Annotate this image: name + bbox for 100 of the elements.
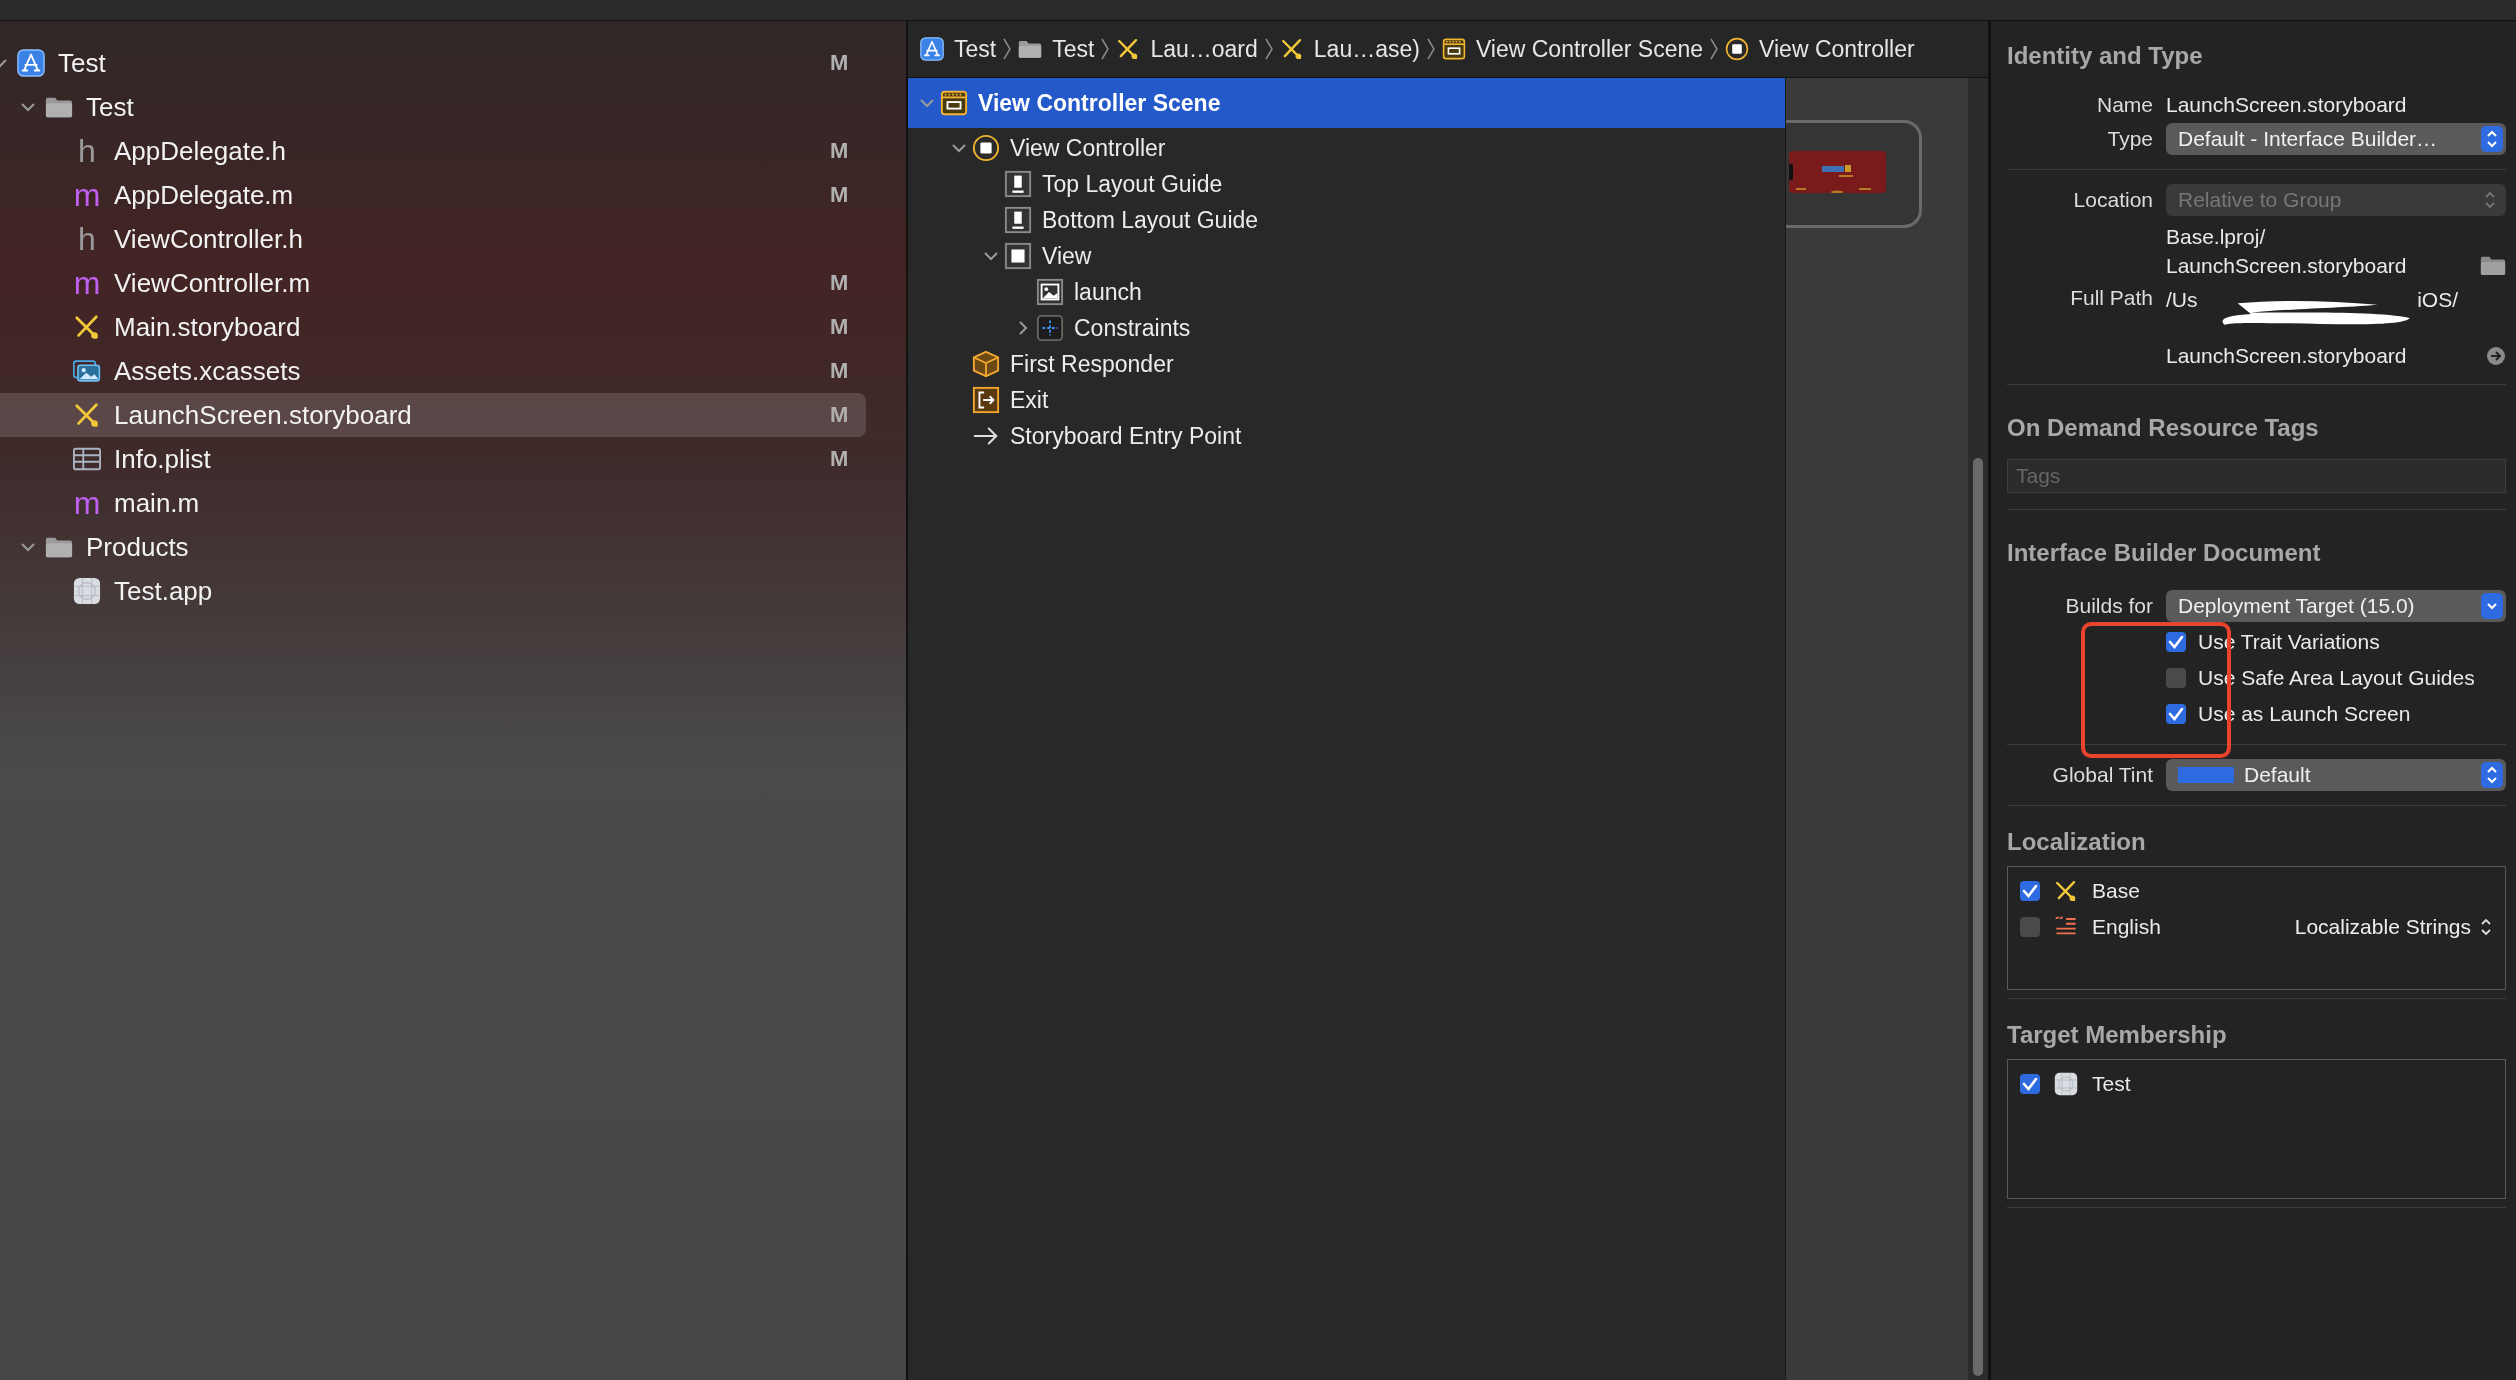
field-label: Type [2106, 127, 2153, 151]
source-file-icon: m [73, 489, 101, 517]
app-icon [73, 577, 101, 605]
source-file-icon: m [73, 269, 101, 297]
checkbox[interactable] [2166, 704, 2186, 724]
checkbox[interactable] [2020, 917, 2040, 937]
app-icon [2054, 1072, 2078, 1096]
navigator-row[interactable]: Test [0, 85, 866, 129]
separator-icon [1002, 37, 1013, 61]
navigator-row[interactable]: m AppDelegate.m M [0, 173, 866, 217]
navigator-row[interactable]: h AppDelegate.h M [0, 129, 866, 173]
section-heading: Target Membership [2007, 1020, 2228, 1050]
modified-status: M [830, 446, 850, 472]
tags-field[interactable]: Tags [2007, 459, 2506, 493]
modified-status: M [830, 182, 850, 208]
image-stack-icon [73, 357, 101, 385]
outline-row[interactable]: First Responder [908, 346, 1785, 382]
field-label: Location [2072, 188, 2153, 212]
navigator-row[interactable]: Test M [0, 41, 866, 85]
separator-icon [1100, 37, 1111, 61]
outline-row[interactable]: Bottom Layout Guide [908, 202, 1785, 238]
breadcrumb-item[interactable]: Test [1018, 35, 1095, 63]
modified-status: M [830, 358, 850, 384]
format-popup[interactable]: Localizable Strings [2294, 915, 2493, 939]
layout-guide-icon [1004, 206, 1032, 234]
section-heading: Localization [2007, 827, 2147, 857]
color-swatch [2178, 767, 2234, 783]
table-icon [73, 445, 101, 473]
layout-guide-icon [1004, 170, 1032, 198]
scene-icon [940, 89, 968, 117]
outline-row[interactable]: View Controller [908, 130, 1785, 166]
up-down-icon [2483, 189, 2497, 211]
breadcrumb-item[interactable]: View Controller Scene [1441, 35, 1704, 63]
navigator-row[interactable]: m main.m [0, 481, 866, 525]
storyboard-icon [1279, 37, 1304, 61]
view-icon [1004, 242, 1032, 270]
storyboard-icon [73, 401, 101, 429]
navigator-row[interactable]: m ViewController.m M [0, 261, 866, 305]
relative-path-line: Base.lproj/ [2166, 224, 2267, 250]
constraints-icon [1036, 314, 1064, 342]
section-heading: Identity and Type [2007, 41, 2204, 71]
cube-icon [972, 350, 1000, 378]
breadcrumb-item[interactable]: Test [920, 35, 997, 63]
navigator-row[interactable]: Assets.xcassets M [0, 349, 866, 393]
modified-status: M [830, 270, 850, 296]
outline-row[interactable]: Storyboard Entry Point [908, 418, 1785, 454]
stepper-icon [2481, 762, 2503, 788]
app-project-icon [17, 49, 45, 77]
storyboard-icon [73, 313, 101, 341]
full-path-text: /Us [2166, 287, 2198, 313]
builds-for-popup[interactable]: Deployment Target (15.0) [2166, 590, 2506, 622]
outline-row[interactable]: View [908, 238, 1785, 274]
navigator-row[interactable]: h ViewController.h [0, 217, 866, 261]
exit-icon [972, 386, 1000, 414]
view-controller-icon [972, 134, 1000, 162]
navigator-row[interactable]: LaunchScreen.storyboard M [0, 393, 866, 437]
view-controller-icon [1725, 37, 1750, 61]
image-view-icon [1036, 278, 1064, 306]
navigator-row[interactable]: Products [0, 525, 866, 569]
target-name: Test [2092, 1072, 2131, 1096]
storyboard-icon [2054, 879, 2078, 903]
checkbox[interactable] [2166, 632, 2186, 652]
section-heading: Interface Builder Document [2007, 538, 2322, 568]
global-tint-popup[interactable]: Default [2166, 759, 2506, 791]
separator-icon [1709, 37, 1720, 61]
navigator-row[interactable]: Main.storyboard M [0, 305, 866, 349]
breadcrumb-item[interactable]: Lau…oard [1116, 35, 1258, 63]
checkbox[interactable] [2166, 668, 2186, 688]
separator-icon [1263, 37, 1274, 61]
navigator-row[interactable]: Test.app [0, 569, 866, 613]
checkbox[interactable] [2020, 1074, 2040, 1094]
outline-row[interactable]: Exit [908, 382, 1785, 418]
chevron-down-icon [2481, 593, 2503, 619]
field-label: Full Path [2069, 286, 2153, 310]
outline-row[interactable]: Constraints [908, 310, 1785, 346]
checkbox[interactable] [2020, 881, 2040, 901]
stepper-icon [2481, 126, 2503, 152]
navigator-row[interactable]: Info.plist M [0, 437, 866, 481]
modified-status: M [830, 314, 850, 340]
app-project-icon [920, 37, 944, 61]
full-path-text: iOS/ [2417, 287, 2458, 313]
section-heading: On Demand Resource Tags [2007, 413, 2320, 443]
header-file-icon: h [78, 225, 96, 253]
outline-row[interactable]: launch [908, 274, 1785, 310]
language-name: Base [2092, 879, 2141, 903]
scene-icon [1441, 37, 1466, 61]
folder-icon[interactable] [2480, 255, 2506, 276]
breadcrumb-item[interactable]: View Controller [1725, 35, 1915, 63]
separator-icon [1425, 37, 1436, 61]
full-path-text: LaunchScreen.storyboard [2166, 343, 2407, 369]
outline-row[interactable]: View Controller Scene [908, 78, 1785, 128]
outline-row[interactable]: Top Layout Guide [908, 166, 1785, 202]
source-file-icon: m [73, 181, 101, 209]
scroll-thumb[interactable] [1973, 458, 1983, 1376]
type-popup[interactable]: Default - Interface Builder… [2166, 123, 2506, 155]
modified-status: M [830, 50, 850, 76]
header-file-icon: h [78, 137, 96, 165]
breadcrumb-item[interactable]: Lau…ase) [1279, 35, 1420, 63]
file-name: LaunchScreen.storyboard [2166, 93, 2408, 117]
modified-status: M [830, 402, 850, 428]
